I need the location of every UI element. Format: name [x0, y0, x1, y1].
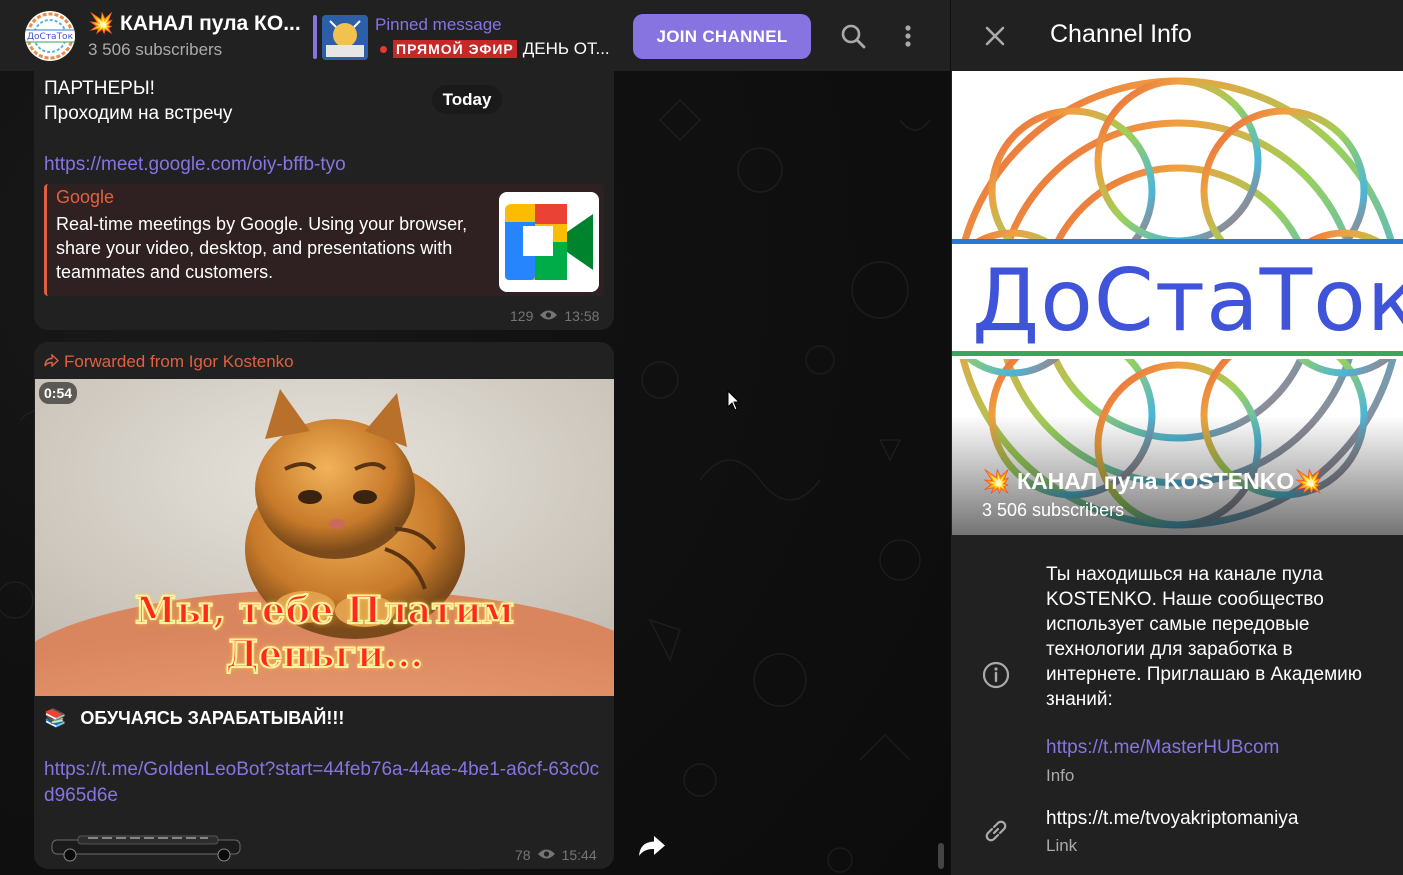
info-header: Channel Info	[951, 0, 1403, 71]
google-meet-logo-icon	[499, 192, 599, 292]
pinned-message-text: ДЕНЬ ОТ...	[522, 39, 610, 58]
video-player[interactable]: 0:54 Мы, тебе Платим Деньги...	[35, 379, 614, 696]
close-button[interactable]	[979, 22, 1011, 54]
avatar-label: ДоСтаТок	[27, 32, 74, 42]
message-time: 13:58	[564, 308, 600, 324]
preview-description: Real-time meetings by Google. Using your…	[56, 214, 468, 282]
date-separator: Today	[432, 85, 502, 114]
message-meta: 129 13:58	[510, 308, 599, 324]
views-count: 78	[515, 847, 531, 863]
live-dot-icon	[380, 45, 387, 53]
more-options-icon[interactable]	[894, 22, 922, 50]
pinned-thumbnail[interactable]	[322, 15, 368, 60]
cover-logo-text: ДоСтаТок	[972, 251, 1403, 351]
channel-info-panel: Channel Info ДоСтаТок 💥 КАНАЛ пула KOSTE…	[950, 0, 1403, 875]
message-text-line: Проходим на встречу	[44, 103, 233, 124]
subscriber-count: 3 506 subscribers	[88, 40, 223, 59]
eye-icon	[537, 847, 556, 863]
message-headline: 📚 ОБУЧАЯСЬ ЗАРАБАТЫВАЙ!!!	[44, 705, 344, 731]
search-icon[interactable]	[839, 22, 867, 50]
scrollbar-thumb[interactable]	[938, 843, 944, 869]
message-text-line: ПАРТНЕРЫ!	[44, 78, 155, 99]
about-label: Info	[1046, 766, 1075, 785]
info-panel-title: Channel Info	[1050, 20, 1192, 48]
pinned-message-preview[interactable]: ПРЯМОЙ ЭФИР ДЕНЬ ОТ...	[380, 39, 610, 59]
forwarded-from-label: Forwarded from Igor Kostenko	[64, 352, 294, 371]
message-bubble[interactable]: Forwarded from Igor Kostenko 0:54 Мы, те…	[34, 342, 614, 869]
close-icon	[985, 26, 1005, 51]
channel-name: 💥 КАНАЛ пула KOSTENKO💥	[982, 468, 1323, 494]
share-button[interactable]	[630, 826, 674, 870]
forwarded-header[interactable]: Forwarded from Igor Kostenko	[44, 352, 294, 372]
link-icon	[981, 816, 1011, 846]
chat-header[interactable]: ДоСтаТок 💥 КАНАЛ пула КО... 3 506 subscr…	[0, 0, 950, 71]
message-time: 15:44	[561, 847, 597, 863]
about-link[interactable]: https://t.me/MasterHUBcom	[1046, 737, 1279, 759]
mouse-cursor-icon	[727, 389, 741, 412]
forward-arrow-icon	[44, 352, 60, 372]
video-caption: Мы, тебе Платим Деньги...	[134, 587, 515, 677]
message-meta: 78 15:44	[515, 847, 597, 863]
share-arrow-icon	[638, 834, 666, 863]
link-label: Link	[1046, 836, 1078, 855]
link-row[interactable]: https://t.me/tvoyakriptomaniya Link	[951, 800, 1403, 860]
live-badge: ПРЯМОЙ ЭФИР	[393, 40, 517, 58]
video-duration: 0:54	[39, 382, 78, 404]
books-icon: 📚	[44, 708, 67, 728]
link-preview[interactable]: Google Real-time meetings by Google. Usi…	[44, 184, 604, 296]
chat-area: ПАРТНЕРЫ! Проходим на встречу https://me…	[0, 0, 950, 875]
limousine-image	[48, 830, 244, 864]
message-link[interactable]: https://meet.google.com/oiy-bffb-tyo	[44, 152, 346, 178]
headline-text: ОБУЧАЯСЬ ЗАРАБАТЫВАЙ!!!	[80, 708, 345, 728]
channel-cover-image[interactable]: ДоСтаТок 💥 КАНАЛ пула KOSTENKO💥 3 506 su…	[952, 71, 1403, 535]
channel-title[interactable]: 💥 КАНАЛ пула КО...	[88, 12, 306, 36]
pinned-indicator	[313, 15, 317, 59]
info-icon	[981, 660, 1011, 690]
channel-subscribers: 3 506 subscribers	[982, 500, 1125, 520]
join-channel-button[interactable]: JOIN CHANNEL	[633, 14, 811, 59]
message-bubble[interactable]: ПАРТНЕРЫ! Проходим на встречу https://me…	[34, 71, 614, 330]
eye-icon	[539, 308, 558, 324]
channel-link[interactable]: https://t.me/tvoyakriptomaniya	[1046, 808, 1298, 830]
preview-site-name: Google	[56, 187, 115, 207]
views-count: 129	[510, 308, 534, 324]
pinned-message-title[interactable]: Pinned message	[375, 15, 502, 35]
about-text: Ты находишься на канале пула KOSTENKO. Н…	[1046, 564, 1363, 710]
channel-avatar[interactable]: ДоСтаТок	[25, 11, 75, 61]
message-link[interactable]: https://t.me/GoldenLeoBot?start=44feb76a…	[44, 757, 604, 809]
